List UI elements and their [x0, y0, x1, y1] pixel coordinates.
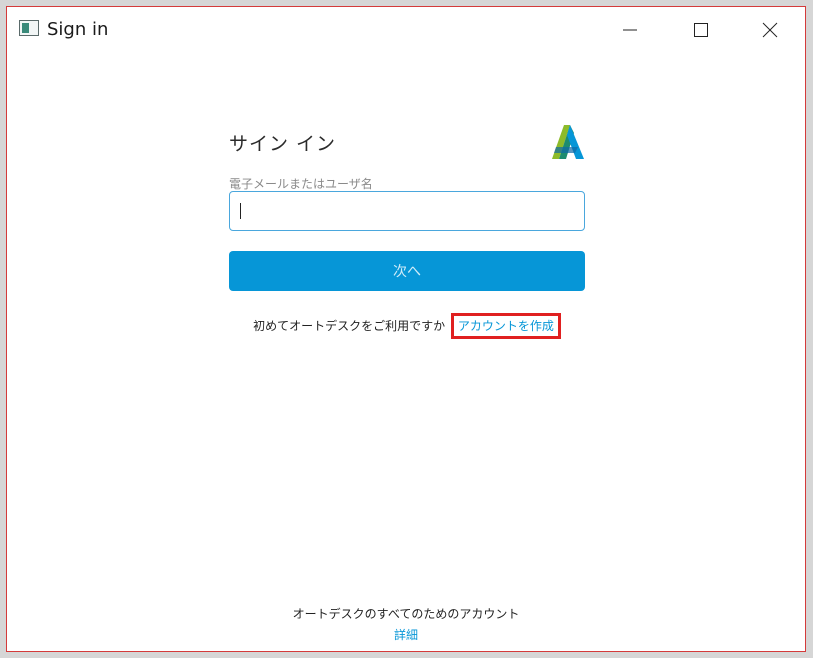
create-account-link[interactable]: アカウントを作成 — [450, 313, 561, 339]
autodesk-logo-icon — [552, 125, 584, 159]
title-bar[interactable]: Sign in — [7, 7, 805, 51]
app-window-icon — [19, 20, 39, 36]
next-button[interactable]: 次へ — [229, 251, 585, 291]
close-icon — [762, 22, 778, 38]
signup-row: 初めてオートデスクをご利用ですか アカウントを作成 — [229, 313, 585, 339]
maximize-button[interactable] — [678, 15, 724, 45]
window-title: Sign in — [47, 19, 109, 40]
maximize-icon — [694, 23, 708, 37]
minimize-button[interactable] — [607, 15, 653, 45]
footer: オートデスクのすべてのためのアカウント 詳細 — [7, 605, 805, 643]
text-caret — [240, 203, 241, 219]
footer-tagline: オートデスクのすべてのためのアカウント — [292, 607, 520, 621]
page-title: サイン イン — [229, 133, 337, 155]
email-field-label: 電子メールまたはユーザ名 — [229, 177, 373, 191]
details-link[interactable]: 詳細 — [7, 626, 805, 643]
close-button[interactable] — [747, 15, 793, 45]
signup-prompt: 初めてオートデスクをご利用ですか — [253, 319, 446, 333]
sign-in-window: Sign in サイン イン 電子メールまたはユーザ名 次へ 初めてオートデスク… — [6, 6, 806, 652]
email-field[interactable] — [229, 191, 585, 231]
minimize-icon — [623, 29, 637, 31]
